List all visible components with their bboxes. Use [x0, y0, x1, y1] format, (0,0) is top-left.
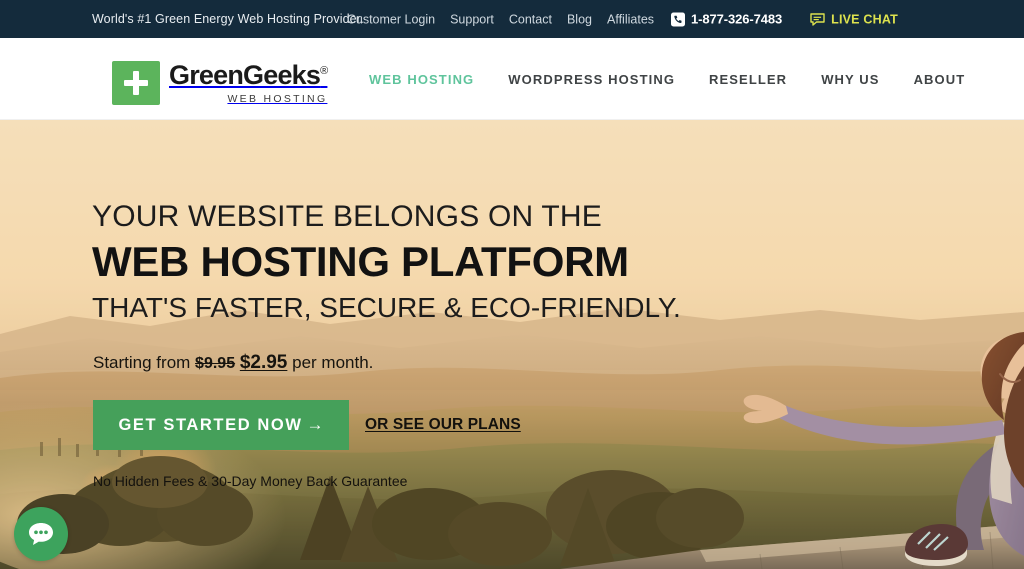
- nav-item-about[interactable]: ABOUT: [897, 72, 983, 87]
- site-tagline: World's #1 Green Energy Web Hosting Prov…: [92, 12, 364, 26]
- topbar-link-affiliates[interactable]: Affiliates: [607, 12, 654, 26]
- main-navigation: WEB HOSTING WORDPRESS HOSTING RESELLER W…: [352, 38, 982, 120]
- price-suffix: per month.: [292, 353, 374, 372]
- chat-bubble-icon: [29, 523, 53, 545]
- nav-item-reseller[interactable]: RESELLER: [692, 72, 804, 87]
- get-started-button[interactable]: GET STARTED NOW →: [93, 400, 349, 450]
- pricing-line: Starting from $9.95 $2.95 per month.: [93, 352, 373, 374]
- hero-headline-line-2: WEB HOSTING PLATFORM: [92, 238, 629, 285]
- top-utility-bar: World's #1 Green Energy Web Hosting Prov…: [0, 0, 1024, 38]
- phone-icon: [671, 12, 686, 26]
- topbar-link-blog[interactable]: Blog: [567, 12, 592, 26]
- chat-widget-button[interactable]: [14, 507, 68, 561]
- topbar-link-support[interactable]: Support: [450, 12, 494, 26]
- price-current: $2.95: [239, 352, 288, 373]
- nav-item-why-us[interactable]: WHY US: [804, 72, 896, 87]
- see-plans-link[interactable]: OR SEE OUR PLANS: [365, 416, 521, 434]
- price-original: $9.95: [195, 355, 236, 372]
- arrow-right-icon: →: [306, 415, 324, 434]
- top-bar-links: Customer Login Support Contact Blog Affi…: [347, 12, 898, 27]
- get-started-label: GET STARTED NOW: [118, 415, 303, 434]
- logo-name: GreenGeeks: [169, 59, 321, 90]
- nav-item-wordpress-hosting[interactable]: WORDPRESS HOSTING: [491, 72, 692, 87]
- topbar-link-contact[interactable]: Contact: [509, 12, 552, 26]
- guarantee-text: No Hidden Fees & 30-Day Money Back Guara…: [93, 473, 408, 489]
- hero-content: YOUR WEBSITE BELONGS ON THE WEB HOSTING …: [92, 120, 732, 569]
- green-plus-icon: [112, 61, 160, 105]
- logo[interactable]: GreenGeeks® WEB HOSTING: [112, 59, 328, 105]
- phone-block[interactable]: 1-877-326-7483: [671, 12, 782, 27]
- hero-headline-line-3: THAT'S FASTER, SECURE & ECO-FRIENDLY.: [92, 292, 681, 323]
- cta-row: GET STARTED NOW → OR SEE OUR PLANS: [93, 400, 521, 450]
- logo-subtitle: WEB HOSTING: [227, 92, 328, 105]
- site-header: GreenGeeks® WEB HOSTING WEB HOSTING WORD…: [0, 38, 1024, 120]
- chat-bubble-icon: [810, 12, 825, 26]
- phone-number[interactable]: 1-877-326-7483: [691, 12, 782, 27]
- live-chat-label[interactable]: LIVE CHAT: [831, 12, 898, 26]
- hero-headline-line-1: YOUR WEBSITE BELONGS ON THE: [92, 200, 602, 233]
- logo-text: GreenGeeks® WEB HOSTING: [169, 59, 328, 105]
- logo-wordmark: GreenGeeks®: [169, 59, 328, 90]
- hero-section: YOUR WEBSITE BELONGS ON THE WEB HOSTING …: [0, 120, 1024, 569]
- nav-item-web-hosting[interactable]: WEB HOSTING: [352, 72, 491, 87]
- price-prefix: Starting from: [93, 353, 191, 372]
- page-root: World's #1 Green Energy Web Hosting Prov…: [0, 0, 1024, 569]
- topbar-link-customer-login[interactable]: Customer Login: [347, 12, 435, 26]
- live-chat-button[interactable]: LIVE CHAT: [810, 12, 898, 26]
- registered-mark: ®: [320, 64, 328, 77]
